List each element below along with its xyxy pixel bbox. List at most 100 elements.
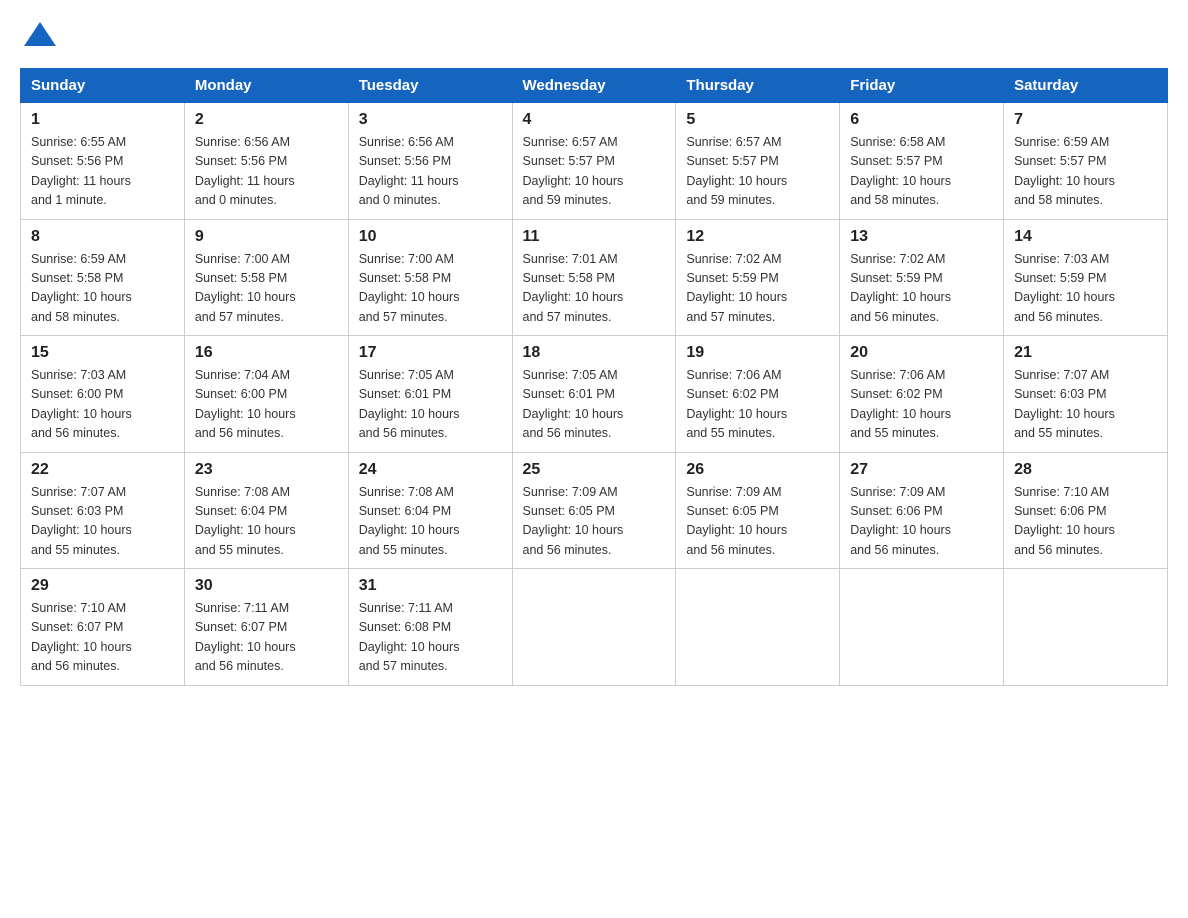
logo (20, 20, 60, 48)
day-number: 17 (359, 344, 502, 362)
day-number: 23 (195, 461, 338, 479)
day-info: Sunrise: 6:55 AMSunset: 5:56 PMDaylight:… (31, 135, 131, 207)
day-header-thursday: Thursday (676, 69, 840, 103)
day-info: Sunrise: 6:58 AMSunset: 5:57 PMDaylight:… (850, 135, 951, 207)
day-info: Sunrise: 7:08 AMSunset: 6:04 PMDaylight:… (195, 485, 296, 557)
day-cell: 6 Sunrise: 6:58 AMSunset: 5:57 PMDayligh… (840, 103, 1004, 220)
day-cell: 5 Sunrise: 6:57 AMSunset: 5:57 PMDayligh… (676, 103, 840, 220)
day-info: Sunrise: 7:00 AMSunset: 5:58 PMDaylight:… (359, 252, 460, 324)
week-row-5: 29 Sunrise: 7:10 AMSunset: 6:07 PMDaylig… (21, 569, 1168, 686)
day-number: 20 (850, 344, 993, 362)
day-number: 14 (1014, 228, 1157, 246)
day-cell (840, 569, 1004, 686)
day-number: 24 (359, 461, 502, 479)
day-number: 5 (686, 111, 829, 129)
day-info: Sunrise: 7:10 AMSunset: 6:07 PMDaylight:… (31, 601, 132, 673)
day-info: Sunrise: 6:59 AMSunset: 5:58 PMDaylight:… (31, 252, 132, 324)
day-cell: 24 Sunrise: 7:08 AMSunset: 6:04 PMDaylig… (348, 452, 512, 569)
day-cell: 28 Sunrise: 7:10 AMSunset: 6:06 PMDaylig… (1004, 452, 1168, 569)
day-number: 21 (1014, 344, 1157, 362)
day-cell: 16 Sunrise: 7:04 AMSunset: 6:00 PMDaylig… (184, 336, 348, 453)
day-number: 2 (195, 111, 338, 129)
day-cell: 4 Sunrise: 6:57 AMSunset: 5:57 PMDayligh… (512, 103, 676, 220)
day-cell: 15 Sunrise: 7:03 AMSunset: 6:00 PMDaylig… (21, 336, 185, 453)
day-info: Sunrise: 7:03 AMSunset: 5:59 PMDaylight:… (1014, 252, 1115, 324)
day-info: Sunrise: 7:06 AMSunset: 6:02 PMDaylight:… (850, 368, 951, 440)
day-info: Sunrise: 7:11 AMSunset: 6:08 PMDaylight:… (359, 601, 460, 673)
day-cell: 29 Sunrise: 7:10 AMSunset: 6:07 PMDaylig… (21, 569, 185, 686)
day-cell: 11 Sunrise: 7:01 AMSunset: 5:58 PMDaylig… (512, 219, 676, 336)
day-number: 7 (1014, 111, 1157, 129)
day-cell: 14 Sunrise: 7:03 AMSunset: 5:59 PMDaylig… (1004, 219, 1168, 336)
day-cell: 13 Sunrise: 7:02 AMSunset: 5:59 PMDaylig… (840, 219, 1004, 336)
day-cell: 2 Sunrise: 6:56 AMSunset: 5:56 PMDayligh… (184, 103, 348, 220)
day-cell: 3 Sunrise: 6:56 AMSunset: 5:56 PMDayligh… (348, 103, 512, 220)
day-cell (1004, 569, 1168, 686)
day-number: 12 (686, 228, 829, 246)
day-info: Sunrise: 7:09 AMSunset: 6:05 PMDaylight:… (686, 485, 787, 557)
day-cell: 23 Sunrise: 7:08 AMSunset: 6:04 PMDaylig… (184, 452, 348, 569)
day-number: 16 (195, 344, 338, 362)
day-info: Sunrise: 7:05 AMSunset: 6:01 PMDaylight:… (359, 368, 460, 440)
day-info: Sunrise: 7:05 AMSunset: 6:01 PMDaylight:… (523, 368, 624, 440)
day-info: Sunrise: 7:09 AMSunset: 6:06 PMDaylight:… (850, 485, 951, 557)
day-cell: 30 Sunrise: 7:11 AMSunset: 6:07 PMDaylig… (184, 569, 348, 686)
day-info: Sunrise: 7:09 AMSunset: 6:05 PMDaylight:… (523, 485, 624, 557)
day-info: Sunrise: 7:00 AMSunset: 5:58 PMDaylight:… (195, 252, 296, 324)
day-cell: 21 Sunrise: 7:07 AMSunset: 6:03 PMDaylig… (1004, 336, 1168, 453)
day-number: 8 (31, 228, 174, 246)
day-cell: 10 Sunrise: 7:00 AMSunset: 5:58 PMDaylig… (348, 219, 512, 336)
day-cell: 12 Sunrise: 7:02 AMSunset: 5:59 PMDaylig… (676, 219, 840, 336)
day-cell: 18 Sunrise: 7:05 AMSunset: 6:01 PMDaylig… (512, 336, 676, 453)
day-number: 13 (850, 228, 993, 246)
calendar-table: SundayMondayTuesdayWednesdayThursdayFrid… (20, 68, 1168, 686)
day-number: 30 (195, 577, 338, 595)
week-row-4: 22 Sunrise: 7:07 AMSunset: 6:03 PMDaylig… (21, 452, 1168, 569)
day-info: Sunrise: 6:56 AMSunset: 5:56 PMDaylight:… (359, 135, 459, 207)
logo-icon (22, 20, 58, 48)
day-cell: 20 Sunrise: 7:06 AMSunset: 6:02 PMDaylig… (840, 336, 1004, 453)
day-cell: 22 Sunrise: 7:07 AMSunset: 6:03 PMDaylig… (21, 452, 185, 569)
day-cell: 8 Sunrise: 6:59 AMSunset: 5:58 PMDayligh… (21, 219, 185, 336)
day-number: 6 (850, 111, 993, 129)
day-header-wednesday: Wednesday (512, 69, 676, 103)
day-number: 4 (523, 111, 666, 129)
day-info: Sunrise: 6:59 AMSunset: 5:57 PMDaylight:… (1014, 135, 1115, 207)
day-header-sunday: Sunday (21, 69, 185, 103)
day-cell: 9 Sunrise: 7:00 AMSunset: 5:58 PMDayligh… (184, 219, 348, 336)
week-row-1: 1 Sunrise: 6:55 AMSunset: 5:56 PMDayligh… (21, 103, 1168, 220)
day-cell: 7 Sunrise: 6:59 AMSunset: 5:57 PMDayligh… (1004, 103, 1168, 220)
day-number: 29 (31, 577, 174, 595)
day-info: Sunrise: 6:57 AMSunset: 5:57 PMDaylight:… (523, 135, 624, 207)
day-info: Sunrise: 7:04 AMSunset: 6:00 PMDaylight:… (195, 368, 296, 440)
day-header-friday: Friday (840, 69, 1004, 103)
day-cell: 27 Sunrise: 7:09 AMSunset: 6:06 PMDaylig… (840, 452, 1004, 569)
day-info: Sunrise: 7:11 AMSunset: 6:07 PMDaylight:… (195, 601, 296, 673)
day-info: Sunrise: 7:08 AMSunset: 6:04 PMDaylight:… (359, 485, 460, 557)
day-info: Sunrise: 6:57 AMSunset: 5:57 PMDaylight:… (686, 135, 787, 207)
day-number: 11 (523, 228, 666, 246)
day-header-tuesday: Tuesday (348, 69, 512, 103)
page-header (20, 20, 1168, 48)
calendar-header-row: SundayMondayTuesdayWednesdayThursdayFrid… (21, 69, 1168, 103)
day-number: 27 (850, 461, 993, 479)
day-info: Sunrise: 7:07 AMSunset: 6:03 PMDaylight:… (1014, 368, 1115, 440)
week-row-3: 15 Sunrise: 7:03 AMSunset: 6:00 PMDaylig… (21, 336, 1168, 453)
day-cell: 25 Sunrise: 7:09 AMSunset: 6:05 PMDaylig… (512, 452, 676, 569)
day-cell: 17 Sunrise: 7:05 AMSunset: 6:01 PMDaylig… (348, 336, 512, 453)
day-info: Sunrise: 7:03 AMSunset: 6:00 PMDaylight:… (31, 368, 132, 440)
day-info: Sunrise: 7:10 AMSunset: 6:06 PMDaylight:… (1014, 485, 1115, 557)
day-number: 25 (523, 461, 666, 479)
day-number: 28 (1014, 461, 1157, 479)
day-info: Sunrise: 7:07 AMSunset: 6:03 PMDaylight:… (31, 485, 132, 557)
day-number: 1 (31, 111, 174, 129)
day-header-saturday: Saturday (1004, 69, 1168, 103)
day-number: 15 (31, 344, 174, 362)
day-cell: 31 Sunrise: 7:11 AMSunset: 6:08 PMDaylig… (348, 569, 512, 686)
day-number: 3 (359, 111, 502, 129)
day-header-monday: Monday (184, 69, 348, 103)
day-number: 31 (359, 577, 502, 595)
week-row-2: 8 Sunrise: 6:59 AMSunset: 5:58 PMDayligh… (21, 219, 1168, 336)
day-info: Sunrise: 7:01 AMSunset: 5:58 PMDaylight:… (523, 252, 624, 324)
day-number: 26 (686, 461, 829, 479)
